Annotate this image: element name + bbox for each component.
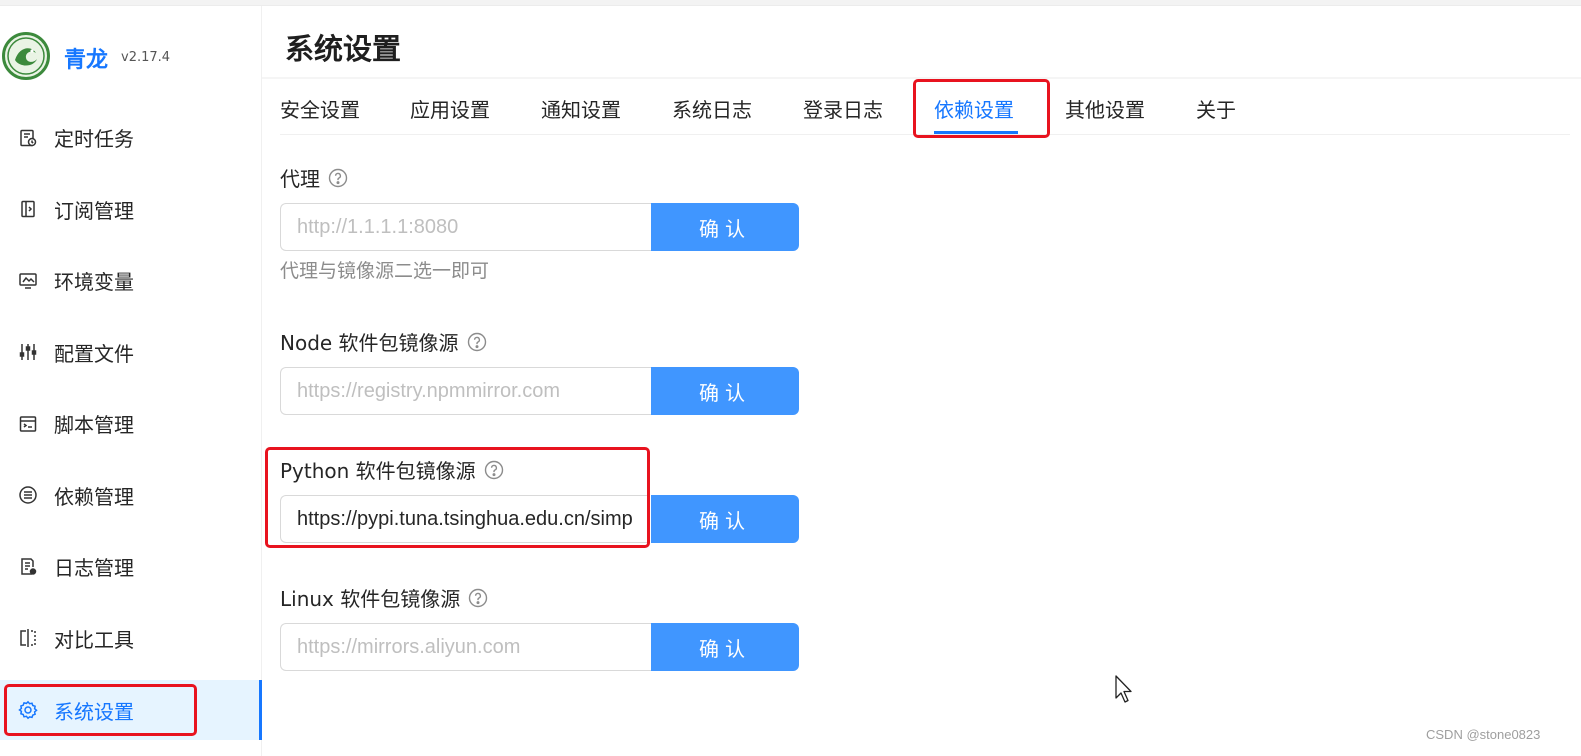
proxy-input[interactable]: [280, 203, 652, 251]
sidebar-item-dependencies[interactable]: 依赖管理: [0, 460, 262, 532]
highlight-dependency-tab: [913, 79, 1050, 138]
proxy-label: 代理: [280, 163, 348, 192]
proxy-hint: 代理与镜像源二选一即可: [280, 260, 490, 282]
scheduled-task-icon: [18, 128, 38, 148]
sidebar-item-label: 定时任务: [54, 127, 134, 152]
tab-notification[interactable]: 通知设置: [541, 94, 621, 123]
sidebar-item-label: 日志管理: [54, 556, 134, 581]
node-mirror-confirm-button[interactable]: 确认: [651, 367, 799, 415]
linux-mirror-confirm-button[interactable]: 确认: [651, 623, 799, 671]
qinglong-logo: [2, 32, 50, 80]
tab-about[interactable]: 关于: [1196, 94, 1236, 123]
node-mirror-label-text: Node 软件包镜像源: [280, 331, 459, 355]
highlight-system-settings: [4, 684, 197, 736]
sidebar-item-config-files[interactable]: 配置文件: [0, 317, 262, 389]
sidebar-item-label: 依赖管理: [54, 484, 134, 509]
subscription-icon: [18, 199, 38, 219]
watermark: CSDN @stone0823: [1426, 727, 1541, 742]
log-icon: [18, 557, 38, 577]
page-title: 系统设置: [285, 32, 402, 66]
linux-mirror-label-text: Linux 软件包镜像源: [280, 587, 461, 611]
sidebar-item-label: 配置文件: [54, 341, 134, 366]
linux-mirror-input[interactable]: [280, 623, 652, 671]
linux-mirror-label: Linux 软件包镜像源: [280, 583, 488, 612]
sidebar-item-label: 订阅管理: [54, 198, 134, 223]
question-circle-icon[interactable]: [467, 332, 487, 352]
tab-login-log[interactable]: 登录日志: [803, 94, 883, 123]
sidebar-item-logs[interactable]: 日志管理: [0, 531, 262, 603]
sidebar-item-label: 环境变量: [54, 270, 134, 295]
node-mirror-label: Node 软件包镜像源: [280, 327, 487, 356]
sidebar-item-label: 对比工具: [54, 627, 134, 652]
highlight-python-mirror: [265, 447, 650, 548]
tab-other[interactable]: 其他设置: [1065, 94, 1145, 123]
mouse-cursor-icon: [1115, 675, 1132, 703]
sidebar-item-scripts[interactable]: 脚本管理: [0, 388, 262, 460]
proxy-label-text: 代理: [280, 167, 320, 191]
sidebar-item-diff-tool[interactable]: 对比工具: [0, 603, 262, 675]
python-mirror-confirm-button[interactable]: 确认: [651, 495, 799, 543]
sidebar: 青龙 v2.17.4 定时任务 订阅管理 环境变量 配置文件 脚本管理 依赖管理…: [0, 6, 262, 756]
app-version: v2.17.4: [121, 50, 171, 65]
dependency-list-icon: [18, 485, 38, 505]
sidebar-item-label: 脚本管理: [54, 413, 134, 438]
question-circle-icon[interactable]: [328, 168, 348, 188]
sidebar-item-subscriptions[interactable]: 订阅管理: [0, 174, 262, 246]
question-circle-icon[interactable]: [468, 588, 488, 608]
diff-icon: [18, 628, 38, 648]
tab-security[interactable]: 安全设置: [280, 94, 360, 123]
tab-system-log[interactable]: 系统日志: [672, 94, 752, 123]
sliders-icon: [18, 342, 38, 362]
node-mirror-input[interactable]: [280, 367, 652, 415]
sidebar-item-scheduled-tasks[interactable]: 定时任务: [0, 102, 262, 174]
script-icon: [18, 414, 38, 434]
sidebar-item-environment[interactable]: 环境变量: [0, 245, 262, 317]
tab-app[interactable]: 应用设置: [410, 94, 490, 123]
environment-icon: [18, 271, 38, 291]
app-name: 青龙: [64, 48, 109, 73]
proxy-confirm-button[interactable]: 确认: [651, 203, 799, 251]
sidebar-menu: 定时任务 订阅管理 环境变量 配置文件 脚本管理 依赖管理 日志管理 对比工具 …: [0, 102, 262, 740]
